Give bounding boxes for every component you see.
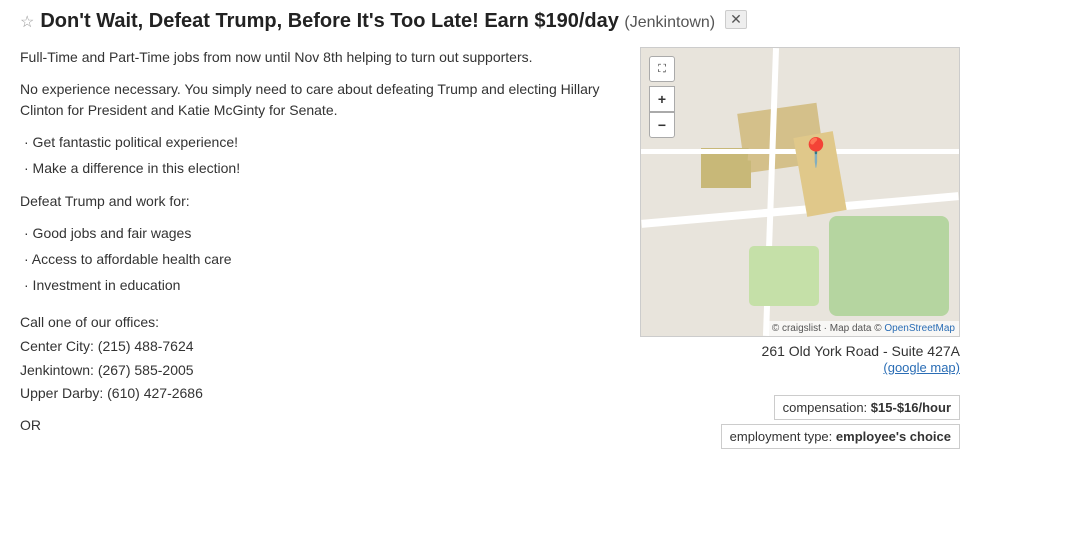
map-container[interactable]: 📍 ⛶ + − © craigslist · Map data © OpenSt… [640, 47, 960, 337]
section-header: Defeat Trump and work for: [20, 191, 620, 213]
map-attribution: © craigslist · Map data © OpenStreetMap [768, 321, 959, 336]
contact-2: Jenkintown: (267) 585-2005 [20, 360, 620, 382]
bullet-2: · Make a difference in this election! [20, 158, 620, 180]
paragraph-2: No experience necessary. You simply need… [20, 79, 620, 122]
bullet-1: · Get fantastic political experience! [20, 132, 620, 154]
bullet-3: · Good jobs and fair wages [20, 223, 620, 245]
title-main: Don't Wait, Defeat Trump, Before It's To… [40, 10, 619, 32]
google-map-link[interactable]: (google map) [883, 360, 960, 375]
employment-label: employment type: [730, 429, 833, 444]
employment-box: employment type: employee's choice [721, 424, 960, 449]
title-location: (Jenkintown) [624, 14, 715, 31]
contact-header: Call one of our offices: [20, 312, 620, 334]
osm-link[interactable]: OpenStreetMap [884, 323, 955, 334]
page-title: Don't Wait, Defeat Trump, Before It's To… [40, 10, 715, 33]
compensation-value: $15-$16/hour [871, 400, 951, 415]
compensation-label: compensation: [783, 400, 868, 415]
bullet-5: · Investment in education [20, 275, 620, 297]
compensation-box: compensation: $15-$16/hour [774, 395, 960, 420]
map-park-1 [829, 216, 949, 316]
map-expand-button[interactable]: ⛶ [649, 56, 675, 82]
contact-section: Call one of our offices: Center City: (2… [20, 312, 620, 405]
employment-value: employee's choice [836, 429, 951, 444]
contact-3: Upper Darby: (610) 427-2686 [20, 383, 620, 405]
or-text: OR [20, 415, 620, 437]
map-area: 📍 ⛶ + − © craigslist · Map data © OpenSt… [640, 47, 960, 449]
map-building-2 [701, 148, 751, 188]
map-zoom-out-button[interactable]: − [649, 112, 675, 138]
bullet-4: · Access to affordable health care [20, 249, 620, 271]
map-controls: ⛶ + − [649, 56, 675, 138]
info-boxes: compensation: $15-$16/hour employment ty… [640, 385, 960, 449]
map-address: 261 Old York Road - Suite 427A (google m… [640, 343, 960, 375]
content-area: Full-Time and Part-Time jobs from now un… [20, 47, 620, 447]
map-park-2 [749, 246, 819, 306]
address-line-1: 261 Old York Road - Suite 427A [640, 343, 960, 359]
contact-1: Center City: (215) 488-7624 [20, 336, 620, 358]
close-button[interactable]: ✕ [725, 10, 747, 29]
paragraph-1: Full-Time and Part-Time jobs from now un… [20, 47, 620, 69]
map-zoom-in-button[interactable]: + [649, 86, 675, 112]
star-icon[interactable]: ☆ [20, 12, 34, 32]
map-pin-icon: 📍 [798, 136, 833, 169]
